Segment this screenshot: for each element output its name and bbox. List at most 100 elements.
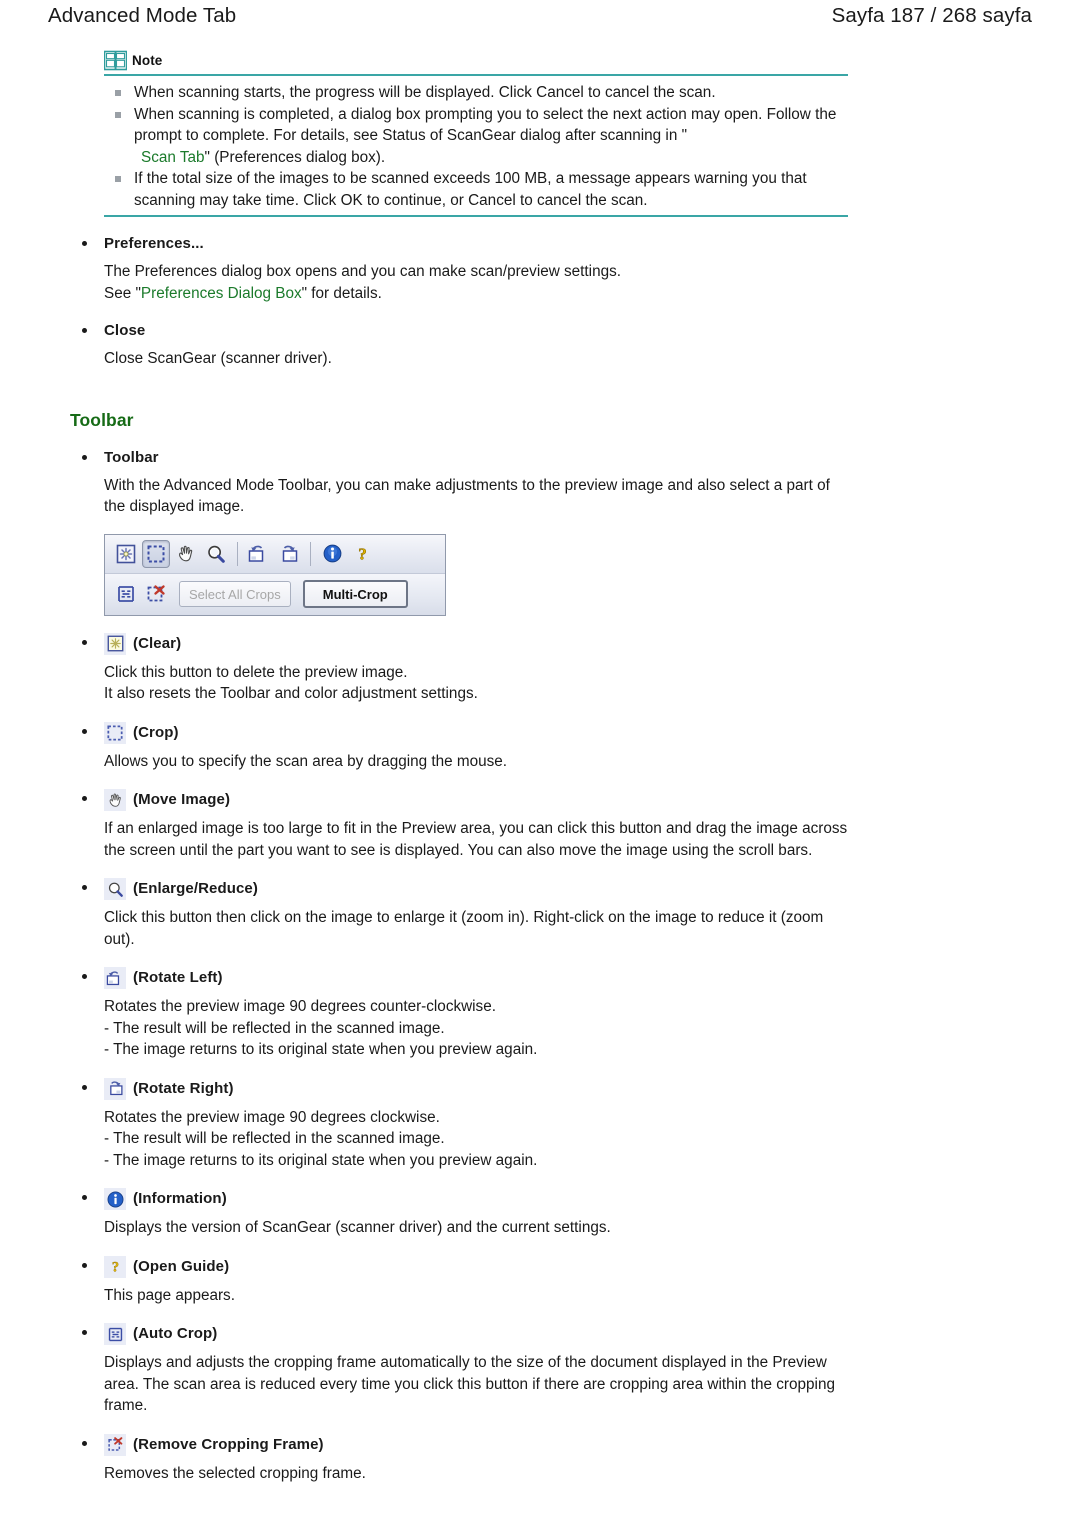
bullet-information: (Information) <box>78 1188 1080 1210</box>
round-bullet-icon <box>82 1084 87 1090</box>
information-body: Displays the version of ScanGear (scanne… <box>104 1219 611 1236</box>
bullet-label: Toolbar <box>104 448 159 466</box>
bullet-crop: (Crop) <box>78 721 1080 744</box>
bullet-preferences: Preferences... <box>78 234 1080 254</box>
round-bullet-icon <box>82 1195 87 1200</box>
square-bullet-icon <box>115 90 121 96</box>
preferences-line2-after: " for details. <box>301 284 382 302</box>
round-bullet-icon <box>82 639 87 645</box>
bullet-rotate-right: (Rotate Right) <box>78 1077 1080 1100</box>
rotate-left-body: Rotates the preview image 90 degrees cou… <box>104 998 538 1058</box>
bullet-open-guide: ? (Open Guide) <box>78 1255 1080 1278</box>
rotate-right-icon <box>104 1077 126 1100</box>
select-all-crops-button[interactable]: Select All Crops <box>179 581 291 607</box>
bullet-label: (Information) <box>133 1190 227 1207</box>
information-icon[interactable] <box>318 540 346 568</box>
note-item-text-after: " (Preferences dialog box). <box>204 148 386 166</box>
crop-icon <box>104 721 126 744</box>
open-guide-body: This page appears. <box>104 1286 235 1304</box>
move-image-icon[interactable] <box>172 540 200 568</box>
remove-cropping-frame-icon <box>104 1433 126 1456</box>
bullet-rotate-left: (Rotate Left) <box>78 967 1080 989</box>
preferences-dialog-box-link[interactable]: Preferences Dialog Box <box>141 285 302 302</box>
open-guide-icon[interactable]: ? <box>348 540 376 568</box>
bullet-label: (Move Image) <box>133 791 231 808</box>
enlarge-reduce-icon <box>104 878 126 900</box>
note-item-text: If the total size of the images to be sc… <box>134 170 807 209</box>
note-label: Note <box>132 53 163 68</box>
round-bullet-icon <box>82 328 87 333</box>
note-item: If the total size of the images to be sc… <box>104 168 848 211</box>
page-indicator: Sayfa 187 / 268 sayfa <box>831 4 1032 27</box>
remove-cropping-frame-icon[interactable] <box>142 580 170 608</box>
note-box: Note When scanning starts, the progress … <box>104 50 848 217</box>
round-bullet-icon <box>82 1330 87 1335</box>
note-item: When scanning is completed, a dialog box… <box>104 104 848 169</box>
note-header: Note <box>104 50 848 74</box>
square-bullet-icon <box>115 111 121 118</box>
enlarge-reduce-body: Click this button then click on the imag… <box>104 909 824 948</box>
bullet-label: (Open Guide) <box>133 1257 230 1275</box>
rotate-left-icon[interactable] <box>245 540 273 568</box>
preferences-line2-before: See " <box>104 284 141 302</box>
svg-text:?: ? <box>358 545 367 564</box>
bullet-enlarge-reduce: (Enlarge/Reduce) <box>78 878 1080 900</box>
auto-crop-icon <box>104 1323 126 1345</box>
rotate-right-icon[interactable] <box>275 540 303 568</box>
crop-body: Allows you to specify the scan area by d… <box>104 752 508 770</box>
crop-icon[interactable] <box>142 539 170 568</box>
bullet-auto-crop: (Auto Crop) <box>78 1323 1080 1345</box>
note-item-text: When scanning is completed, a dialog box… <box>134 105 837 145</box>
bullet-remove-cropping-frame: (Remove Cropping Frame) <box>78 1433 1080 1456</box>
auto-crop-icon[interactable] <box>112 580 140 608</box>
note-bottom-rule <box>104 215 848 217</box>
enlarge-reduce-icon[interactable] <box>202 540 230 568</box>
note-item-text: When scanning starts, the progress will … <box>134 84 716 101</box>
bullet-label: (Rotate Left) <box>133 969 223 986</box>
clear-body: Click this button to delete the preview … <box>104 663 478 703</box>
page-header: Advanced Mode Tab Sayfa 187 / 268 sayfa <box>0 0 1080 36</box>
round-bullet-icon <box>82 1440 87 1446</box>
information-icon <box>104 1188 126 1210</box>
toolbar-screenshot: ? Select All Crops Multi-Crop <box>104 533 446 616</box>
bullet-toolbar: Toolbar <box>78 448 1080 468</box>
open-book-icon <box>104 50 127 71</box>
move-image-icon <box>104 789 126 811</box>
preferences-body: The Preferences dialog box opens and you… <box>104 261 864 304</box>
bullet-label: (Auto Crop) <box>133 1325 218 1342</box>
toolbar-separator <box>237 541 238 566</box>
round-bullet-icon <box>82 796 87 801</box>
auto-crop-body: Displays and adjusts the cropping frame … <box>104 1354 835 1414</box>
svg-text:?: ? <box>111 1259 118 1275</box>
close-body: Close ScanGear (scanner driver). <box>104 350 332 367</box>
toolbar-row-1: ? <box>105 534 445 573</box>
round-bullet-icon <box>82 974 87 979</box>
bullet-label: (Crop) <box>133 723 179 741</box>
section-heading-toolbar: Toolbar <box>70 409 134 430</box>
move-image-body: If an enlarged image is too large to fit… <box>104 820 848 859</box>
note-item: When scanning starts, the progress will … <box>104 82 848 104</box>
scan-tab-link[interactable]: Scan Tab <box>141 149 205 166</box>
bullet-label: (Enlarge/Reduce) <box>133 880 258 897</box>
bullet-label: (Remove Cropping Frame) <box>133 1435 324 1453</box>
open-guide-icon: ? <box>104 1255 126 1278</box>
clear-icon[interactable] <box>112 540 140 568</box>
clear-icon <box>104 632 126 655</box>
document-content: Note When scanning starts, the progress … <box>0 44 1080 1484</box>
note-body: When scanning starts, the progress will … <box>104 76 848 215</box>
rotate-left-icon <box>104 967 126 989</box>
round-bullet-icon <box>82 885 87 890</box>
round-bullet-icon <box>82 454 87 460</box>
bullet-label: (Clear) <box>133 634 182 652</box>
multi-crop-button[interactable]: Multi-Crop <box>302 580 408 608</box>
rotate-right-body: Rotates the preview image 90 degrees clo… <box>104 1108 538 1169</box>
page-title: Advanced Mode Tab <box>48 4 237 27</box>
toolbar-row-2: Select All Crops Multi-Crop <box>105 572 445 615</box>
toolbar-separator <box>310 541 311 566</box>
bullet-move-image: (Move Image) <box>78 789 1080 811</box>
bullet-clear: (Clear) <box>78 632 1080 655</box>
toolbar-body: With the Advanced Mode Toolbar, you can … <box>104 476 830 516</box>
preferences-line1: The Preferences dialog box opens and you… <box>104 263 621 280</box>
round-bullet-icon <box>82 1262 87 1268</box>
round-bullet-icon <box>82 241 87 246</box>
